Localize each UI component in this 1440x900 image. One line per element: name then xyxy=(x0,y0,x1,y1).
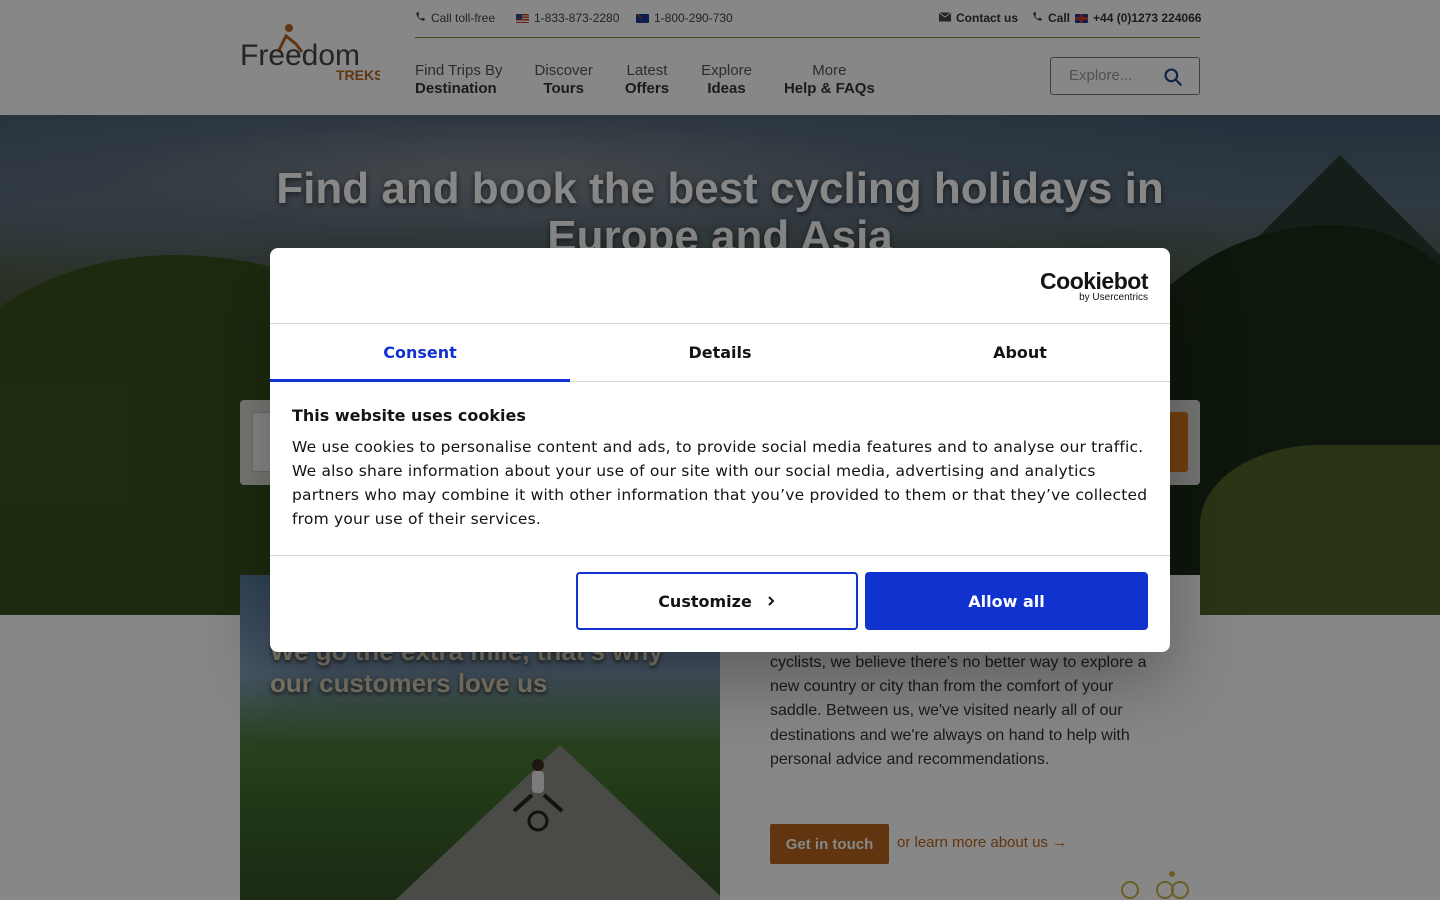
dialog-body: This website uses cookies We use cookies… xyxy=(292,406,1148,531)
cookie-consent-dialog: Cookiebot by Usercentrics Consent Detail… xyxy=(270,248,1170,652)
allow-all-button[interactable]: Allow all xyxy=(865,572,1148,630)
dialog-description: We use cookies to personalise content an… xyxy=(292,438,1148,528)
cookiebot-logo: Cookiebot by Usercentrics xyxy=(1040,270,1148,304)
chevron-right-icon xyxy=(766,592,776,611)
tab-about[interactable]: About xyxy=(870,324,1170,381)
cookiebot-brand: Cookiebot xyxy=(1040,268,1148,294)
dialog-footer: Customize Allow all xyxy=(270,555,1170,652)
customize-button[interactable]: Customize xyxy=(576,572,858,630)
customize-label: Customize xyxy=(658,591,752,611)
tab-details[interactable]: Details xyxy=(570,324,870,381)
dialog-tabs: Consent Details About xyxy=(270,324,1170,382)
tab-consent[interactable]: Consent xyxy=(270,324,570,382)
dialog-header: Cookiebot by Usercentrics xyxy=(270,248,1170,324)
dialog-title: This website uses cookies xyxy=(292,406,526,425)
